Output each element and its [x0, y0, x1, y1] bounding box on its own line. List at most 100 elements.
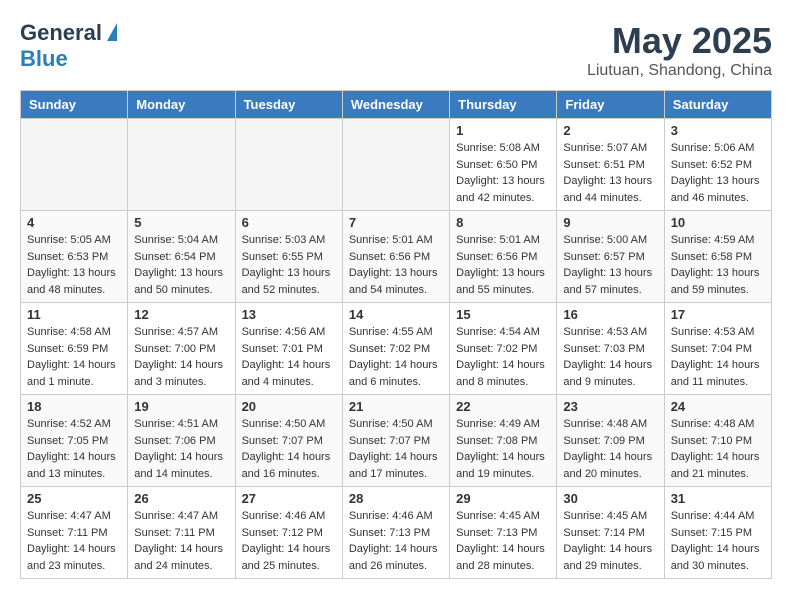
logo-triangle-icon — [107, 23, 117, 41]
calendar-cell: 14 Sunrise: 4:55 AMSunset: 7:02 PMDayligh… — [342, 303, 449, 395]
calendar-cell: 9 Sunrise: 5:00 AMSunset: 6:57 PMDaylight… — [557, 211, 664, 303]
calendar-cell: 5Sunrise: 5:04 AMSunset: 6:54 PMDaylight… — [128, 211, 235, 303]
calendar-cell: 18 Sunrise: 4:52 AMSunset: 7:05 PMDayligh… — [21, 395, 128, 487]
calendar-cell: 17 Sunrise: 4:53 AMSunset: 7:04 PMDayligh… — [664, 303, 771, 395]
day-number: 24 — [671, 399, 765, 414]
calendar-cell: 3 Sunrise: 5:06 AMSunset: 6:52 PMDaylight… — [664, 119, 771, 211]
calendar-cell: 24 Sunrise: 4:48 AMSunset: 7:10 PMDayligh… — [664, 395, 771, 487]
day-number: 25 — [27, 491, 121, 506]
calendar-cell: 13Sunrise: 4:56 AMSunset: 7:01 PMDayligh… — [235, 303, 342, 395]
calendar-cell: 12Sunrise: 4:57 AMSunset: 7:00 PMDayligh… — [128, 303, 235, 395]
day-info: Sunrise: 4:49 AMSunset: 7:08 PMDaylight:… — [456, 416, 550, 482]
weekday-header-cell: Monday — [128, 91, 235, 119]
day-info: Sunrise: 4:54 AMSunset: 7:02 PMDaylight:… — [456, 324, 550, 390]
day-info: Sunrise: 5:05 AMSunset: 6:53 PMDaylight:… — [27, 232, 121, 298]
calendar-cell — [235, 119, 342, 211]
day-info: Sunrise: 5:01 AMSunset: 6:56 PMDaylight:… — [456, 232, 550, 298]
day-info: Sunrise: 4:46 AMSunset: 7:12 PMDaylight:… — [242, 508, 336, 574]
calendar-table: SundayMondayTuesdayWednesdayThursdayFrid… — [20, 90, 772, 579]
day-info: Sunrise: 5:01 AMSunset: 6:56 PMDaylight:… — [349, 232, 443, 298]
calendar-cell: 8 Sunrise: 5:01 AMSunset: 6:56 PMDaylight… — [450, 211, 557, 303]
day-number: 2 — [563, 123, 657, 138]
calendar-cell: 26Sunrise: 4:47 AMSunset: 7:11 PMDayligh… — [128, 487, 235, 579]
day-info: Sunrise: 4:50 AMSunset: 7:07 PMDaylight:… — [349, 416, 443, 482]
day-number: 19 — [134, 399, 228, 414]
logo-blue-text: Blue — [20, 46, 68, 72]
calendar-cell: 15 Sunrise: 4:54 AMSunset: 7:02 PMDayligh… — [450, 303, 557, 395]
day-info: Sunrise: 5:07 AMSunset: 6:51 PMDaylight:… — [563, 140, 657, 206]
weekday-header-cell: Wednesday — [342, 91, 449, 119]
day-info: Sunrise: 4:45 AMSunset: 7:13 PMDaylight:… — [456, 508, 550, 574]
day-number: 8 — [456, 215, 550, 230]
day-number: 29 — [456, 491, 550, 506]
day-number: 3 — [671, 123, 765, 138]
day-number: 11 — [27, 307, 121, 322]
day-number: 23 — [563, 399, 657, 414]
day-info: Sunrise: 4:48 AMSunset: 7:10 PMDaylight:… — [671, 416, 765, 482]
day-info: Sunrise: 4:59 AMSunset: 6:58 PMDaylight:… — [671, 232, 765, 298]
day-number: 6 — [242, 215, 336, 230]
day-number: 12 — [134, 307, 228, 322]
calendar-week-row: 25 Sunrise: 4:47 AMSunset: 7:11 PMDayligh… — [21, 487, 772, 579]
calendar-cell: 6 Sunrise: 5:03 AMSunset: 6:55 PMDaylight… — [235, 211, 342, 303]
day-number: 15 — [456, 307, 550, 322]
logo-general-text: General — [20, 20, 102, 46]
day-info: Sunrise: 4:50 AMSunset: 7:07 PMDaylight:… — [242, 416, 336, 482]
day-info: Sunrise: 4:47 AMSunset: 7:11 PMDaylight:… — [134, 508, 228, 574]
day-number: 18 — [27, 399, 121, 414]
calendar-cell: 7 Sunrise: 5:01 AMSunset: 6:56 PMDaylight… — [342, 211, 449, 303]
day-info: Sunrise: 5:00 AMSunset: 6:57 PMDaylight:… — [563, 232, 657, 298]
day-info: Sunrise: 4:46 AMSunset: 7:13 PMDaylight:… — [349, 508, 443, 574]
day-number: 21 — [349, 399, 443, 414]
calendar-cell — [21, 119, 128, 211]
day-number: 7 — [349, 215, 443, 230]
day-number: 14 — [349, 307, 443, 322]
day-number: 13 — [242, 307, 336, 322]
calendar-cell: 1 Sunrise: 5:08 AMSunset: 6:50 PMDaylight… — [450, 119, 557, 211]
day-number: 22 — [456, 399, 550, 414]
day-number: 16 — [563, 307, 657, 322]
logo: General Blue — [20, 20, 117, 72]
day-info: Sunrise: 4:53 AMSunset: 7:04 PMDaylight:… — [671, 324, 765, 390]
calendar-cell — [342, 119, 449, 211]
day-number: 20 — [242, 399, 336, 414]
calendar-cell: 10 Sunrise: 4:59 AMSunset: 6:58 PMDayligh… — [664, 211, 771, 303]
weekday-header-cell: Sunday — [21, 91, 128, 119]
day-info: Sunrise: 4:45 AMSunset: 7:14 PMDaylight:… — [563, 508, 657, 574]
day-info: Sunrise: 4:48 AMSunset: 7:09 PMDaylight:… — [563, 416, 657, 482]
calendar-cell: 21 Sunrise: 4:50 AMSunset: 7:07 PMDayligh… — [342, 395, 449, 487]
weekday-header-cell: Thursday — [450, 91, 557, 119]
day-number: 30 — [563, 491, 657, 506]
day-number: 9 — [563, 215, 657, 230]
weekday-header-cell: Tuesday — [235, 91, 342, 119]
calendar-week-row: 1 Sunrise: 5:08 AMSunset: 6:50 PMDaylight… — [21, 119, 772, 211]
calendar-cell: 28 Sunrise: 4:46 AMSunset: 7:13 PMDayligh… — [342, 487, 449, 579]
day-info: Sunrise: 5:08 AMSunset: 6:50 PMDaylight:… — [456, 140, 550, 206]
day-info: Sunrise: 4:51 AMSunset: 7:06 PMDaylight:… — [134, 416, 228, 482]
day-number: 10 — [671, 215, 765, 230]
day-info: Sunrise: 5:06 AMSunset: 6:52 PMDaylight:… — [671, 140, 765, 206]
day-number: 31 — [671, 491, 765, 506]
day-number: 1 — [456, 123, 550, 138]
calendar-cell: 23 Sunrise: 4:48 AMSunset: 7:09 PMDayligh… — [557, 395, 664, 487]
day-number: 17 — [671, 307, 765, 322]
day-info: Sunrise: 5:03 AMSunset: 6:55 PMDaylight:… — [242, 232, 336, 298]
day-number: 28 — [349, 491, 443, 506]
day-number: 4 — [27, 215, 121, 230]
calendar-cell: 19 Sunrise: 4:51 AMSunset: 7:06 PMDayligh… — [128, 395, 235, 487]
page-header: General Blue May 2025 Liutuan, Shandong,… — [20, 20, 772, 80]
day-info: Sunrise: 4:55 AMSunset: 7:02 PMDaylight:… — [349, 324, 443, 390]
calendar-cell: 30 Sunrise: 4:45 AMSunset: 7:14 PMDayligh… — [557, 487, 664, 579]
day-info: Sunrise: 4:47 AMSunset: 7:11 PMDaylight:… — [27, 508, 121, 574]
calendar-cell: 29 Sunrise: 4:45 AMSunset: 7:13 PMDayligh… — [450, 487, 557, 579]
title-block: May 2025 Liutuan, Shandong, China — [587, 20, 772, 80]
day-info: Sunrise: 4:44 AMSunset: 7:15 PMDaylight:… — [671, 508, 765, 574]
calendar-cell: 31 Sunrise: 4:44 AMSunset: 7:15 PMDayligh… — [664, 487, 771, 579]
calendar-body: 1 Sunrise: 5:08 AMSunset: 6:50 PMDaylight… — [21, 119, 772, 579]
weekday-header-cell: Saturday — [664, 91, 771, 119]
calendar-cell: 22 Sunrise: 4:49 AMSunset: 7:08 PMDayligh… — [450, 395, 557, 487]
calendar-week-row: 11Sunrise: 4:58 AMSunset: 6:59 PMDayligh… — [21, 303, 772, 395]
day-info: Sunrise: 4:52 AMSunset: 7:05 PMDaylight:… — [27, 416, 121, 482]
calendar-cell — [128, 119, 235, 211]
weekday-header-cell: Friday — [557, 91, 664, 119]
